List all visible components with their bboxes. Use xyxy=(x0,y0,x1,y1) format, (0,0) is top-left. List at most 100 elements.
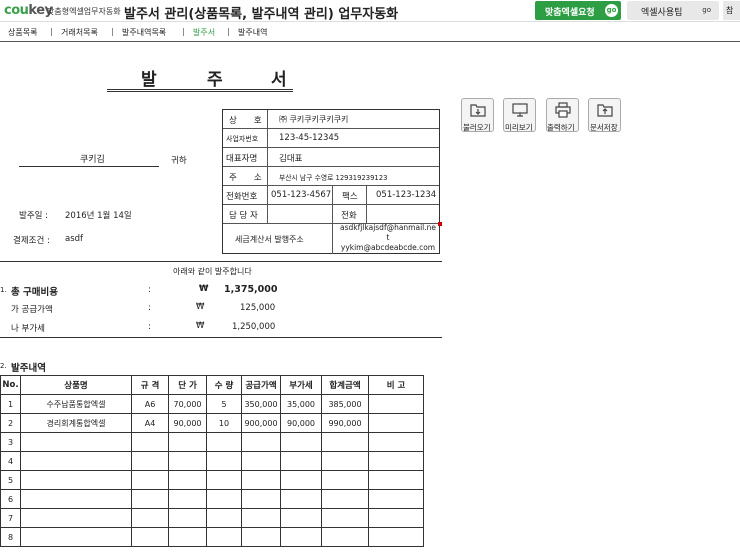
manager-label: 담 당 자 xyxy=(229,211,258,221)
table-cell[interactable] xyxy=(206,489,242,509)
table-cell[interactable] xyxy=(241,470,281,490)
title-char: 발 xyxy=(141,70,157,90)
table-cell[interactable] xyxy=(321,470,369,490)
edge-button[interactable]: 참 xyxy=(723,1,740,20)
table-cell[interactable]: 35,000 xyxy=(280,394,322,414)
table-cell[interactable]: 경리회계통합엑셀 xyxy=(20,413,132,433)
nav-item-clients[interactable]: 거래처목록 xyxy=(61,27,98,38)
table-row: 3 xyxy=(0,432,424,452)
column-header: 합계금액 xyxy=(321,375,369,395)
table-cell[interactable] xyxy=(368,527,424,547)
table-cell[interactable] xyxy=(280,451,322,471)
table-cell[interactable]: 10 xyxy=(206,413,242,433)
section-2-number: 2. xyxy=(0,362,7,370)
table-cell[interactable]: 4 xyxy=(0,451,21,471)
table-cell[interactable]: 90,000 xyxy=(280,413,322,433)
table-cell[interactable] xyxy=(368,470,424,490)
table-cell[interactable] xyxy=(321,489,369,509)
table-cell[interactable] xyxy=(241,432,281,452)
table-row: 6 xyxy=(0,489,424,509)
excel-tips-button[interactable]: 엑셀사용팁 go xyxy=(627,1,719,20)
table-cell[interactable] xyxy=(20,527,132,547)
table-cell[interactable] xyxy=(20,489,132,509)
table-cell[interactable] xyxy=(280,527,322,547)
table-cell[interactable] xyxy=(368,489,424,509)
table-cell[interactable] xyxy=(321,432,369,452)
table-cell[interactable] xyxy=(321,508,369,528)
table-cell[interactable]: 6 xyxy=(0,489,21,509)
table-cell[interactable] xyxy=(280,432,322,452)
table-cell[interactable] xyxy=(20,432,132,452)
folder-download-icon xyxy=(470,104,486,117)
table-cell[interactable] xyxy=(168,489,207,509)
table-cell[interactable] xyxy=(168,432,207,452)
table-cell[interactable]: 7 xyxy=(0,508,21,528)
table-cell[interactable]: 70,000 xyxy=(168,394,207,414)
table-cell[interactable]: 8 xyxy=(0,527,21,547)
bizno-value: 123-45-12345 xyxy=(279,133,340,143)
table-cell[interactable]: A4 xyxy=(131,413,169,433)
table-cell[interactable] xyxy=(20,451,132,471)
table-cell[interactable]: A6 xyxy=(131,394,169,414)
table-cell[interactable] xyxy=(20,508,132,528)
tax-email-line: asdkfjlkajsdf@hanmail.ne xyxy=(339,223,437,232)
table-cell[interactable] xyxy=(131,451,169,471)
table-cell[interactable] xyxy=(241,451,281,471)
table-cell[interactable]: 90,000 xyxy=(168,413,207,433)
table-cell[interactable] xyxy=(168,527,207,547)
nav-item-order-history[interactable]: 발주내역 xyxy=(238,27,267,38)
table-cell[interactable]: 수주납품통합엑셀 xyxy=(20,394,132,414)
table-cell[interactable] xyxy=(368,394,424,414)
order-items-table: No. 상품명 규 격단 가수 량 공급가액 부가세 합계금액 비 고 1 수주납품통합엑셀 A… xyxy=(0,375,424,547)
table-cell[interactable] xyxy=(131,508,169,528)
table-cell[interactable] xyxy=(321,451,369,471)
nav-item-products[interactable]: 상품목록 xyxy=(8,27,37,38)
table-cell[interactable] xyxy=(168,508,207,528)
fax-value: 051-123-1234 xyxy=(376,190,437,200)
table-cell[interactable] xyxy=(368,413,424,433)
table-cell[interactable]: 1 xyxy=(0,394,21,414)
table-cell[interactable] xyxy=(280,489,322,509)
payment-terms-value[interactable]: asdf xyxy=(65,234,83,244)
table-cell[interactable] xyxy=(131,489,169,509)
table-cell[interactable] xyxy=(368,432,424,452)
custom-excel-request-button[interactable]: 맞춤엑셀요청 go xyxy=(535,1,621,20)
table-cell[interactable]: 385,000 xyxy=(321,394,369,414)
table-cell[interactable] xyxy=(241,508,281,528)
nav-item-purchase-order[interactable]: 발주서 xyxy=(193,27,215,38)
table-cell[interactable] xyxy=(20,470,132,490)
table-cell[interactable] xyxy=(206,432,242,452)
tax-email-line: yykim@abcdeabcde.com xyxy=(340,243,436,252)
table-cell[interactable]: 990,000 xyxy=(321,413,369,433)
table-cell[interactable] xyxy=(321,527,369,547)
table-cell[interactable] xyxy=(206,527,242,547)
coukey-logo[interactable]: coukey xyxy=(4,3,53,18)
table-cell[interactable] xyxy=(368,508,424,528)
title-char: 주 xyxy=(207,70,223,90)
table-cell[interactable]: 3 xyxy=(0,432,21,452)
table-cell[interactable] xyxy=(241,489,281,509)
table-cell[interactable] xyxy=(168,470,207,490)
colon: : xyxy=(148,303,151,313)
order-date-value[interactable]: 2016년 1월 14일 xyxy=(65,209,132,221)
table-cell[interactable] xyxy=(368,451,424,471)
table-cell[interactable] xyxy=(131,432,169,452)
table-cell[interactable]: 350,000 xyxy=(241,394,281,414)
table-cell[interactable] xyxy=(168,451,207,471)
table-cell[interactable] xyxy=(280,470,322,490)
table-cell[interactable] xyxy=(131,527,169,547)
table-cell[interactable]: 5 xyxy=(206,394,242,414)
nav-item-order-history-list[interactable]: 발주내역목록 xyxy=(122,27,166,38)
table-cell[interactable] xyxy=(131,470,169,490)
table-cell[interactable] xyxy=(206,470,242,490)
table-cell[interactable] xyxy=(241,527,281,547)
column-header: 부가세 xyxy=(280,375,322,395)
recipient-name[interactable]: 쿠키김 xyxy=(80,152,105,165)
table-cell[interactable]: 2 xyxy=(0,413,21,433)
table-cell[interactable] xyxy=(206,508,242,528)
table-cell[interactable] xyxy=(206,451,242,471)
printer-icon xyxy=(555,102,571,118)
table-cell[interactable]: 900,000 xyxy=(241,413,281,433)
table-cell[interactable] xyxy=(280,508,322,528)
table-cell[interactable]: 5 xyxy=(0,470,21,490)
